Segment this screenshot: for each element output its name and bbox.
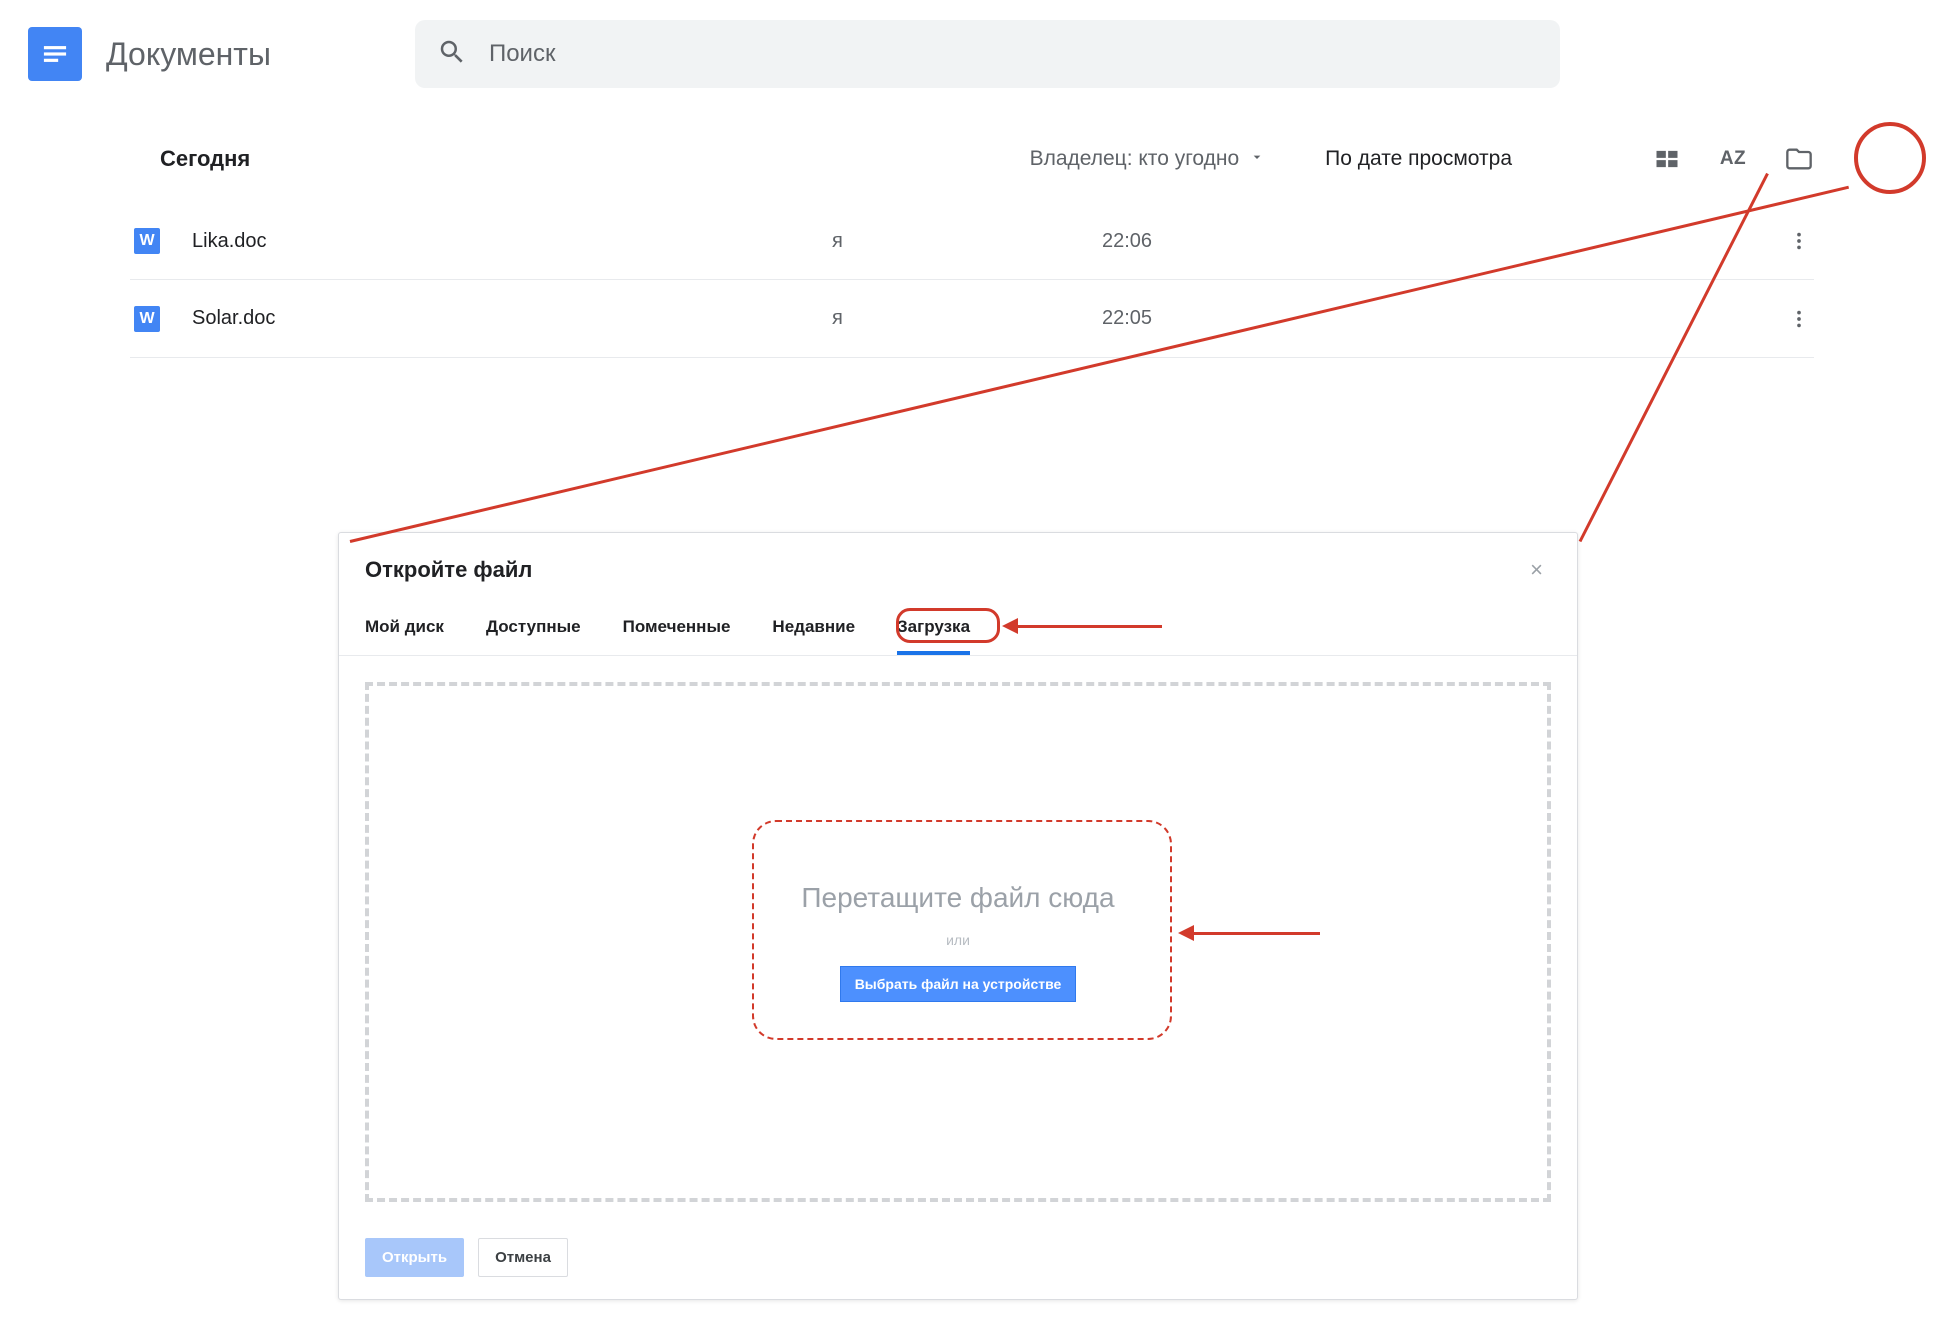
file-name: Solar.doc [192,307,832,330]
file-time: 22:06 [1102,230,1402,253]
close-icon[interactable]: × [1522,553,1551,587]
select-file-button[interactable]: Выбрать файл на устройстве [840,966,1077,1002]
file-time: 22:05 [1102,307,1402,330]
tab-shared[interactable]: Доступные [486,609,581,655]
docs-logo-icon [28,27,82,81]
sort-az-icon[interactable]: AZ [1718,144,1748,174]
more-options-icon[interactable] [1784,226,1814,256]
file-name: Lika.doc [192,230,832,253]
grid-view-icon[interactable] [1652,144,1682,174]
drop-zone-or: или [946,932,970,948]
search-box[interactable] [415,20,1560,88]
drop-zone-title: Перетащите файл сюда [801,882,1114,914]
tab-recent[interactable]: Недавние [772,609,855,655]
tab-my-drive[interactable]: Мой диск [365,609,444,655]
cancel-button[interactable]: Отмена [478,1238,568,1277]
owner-dropdown-label: Владелец: кто угодно [1030,147,1240,171]
open-button[interactable]: Открыть [365,1238,464,1277]
file-row[interactable]: W Solar.doc я 22:05 [130,280,1814,358]
file-list: W Lika.doc я 22:06 W Solar.doc я 22:05 [0,202,1944,358]
search-icon [437,37,467,72]
tab-starred[interactable]: Помеченные [623,609,731,655]
file-owner: я [832,307,1102,330]
dialog-tabs: Мой диск Доступные Помеченные Недавние З… [339,595,1577,656]
sort-label[interactable]: По дате просмотра [1325,147,1512,171]
section-heading: Сегодня [160,146,250,172]
dialog-title: Откройте файл [365,557,1522,583]
tab-upload[interactable]: Загрузка [897,609,970,655]
search-input[interactable] [489,40,1538,68]
file-owner: я [832,230,1102,253]
owner-dropdown[interactable]: Владелец: кто угодно [1030,147,1266,171]
top-bar: Документы [0,0,1944,106]
app-title: Документы [106,36,271,73]
open-file-dialog: Откройте файл × Мой диск Доступные Помеч… [338,532,1578,1300]
more-options-icon[interactable] [1784,304,1814,334]
folder-open-icon[interactable] [1784,144,1814,174]
word-doc-icon: W [134,306,160,332]
file-row[interactable]: W Lika.doc я 22:06 [130,202,1814,280]
drop-zone[interactable]: Перетащите файл сюда или Выбрать файл на… [365,682,1551,1202]
word-doc-icon: W [134,228,160,254]
filter-row: Сегодня Владелец: кто угодно По дате про… [0,106,1944,202]
chevron-down-icon [1249,147,1265,171]
